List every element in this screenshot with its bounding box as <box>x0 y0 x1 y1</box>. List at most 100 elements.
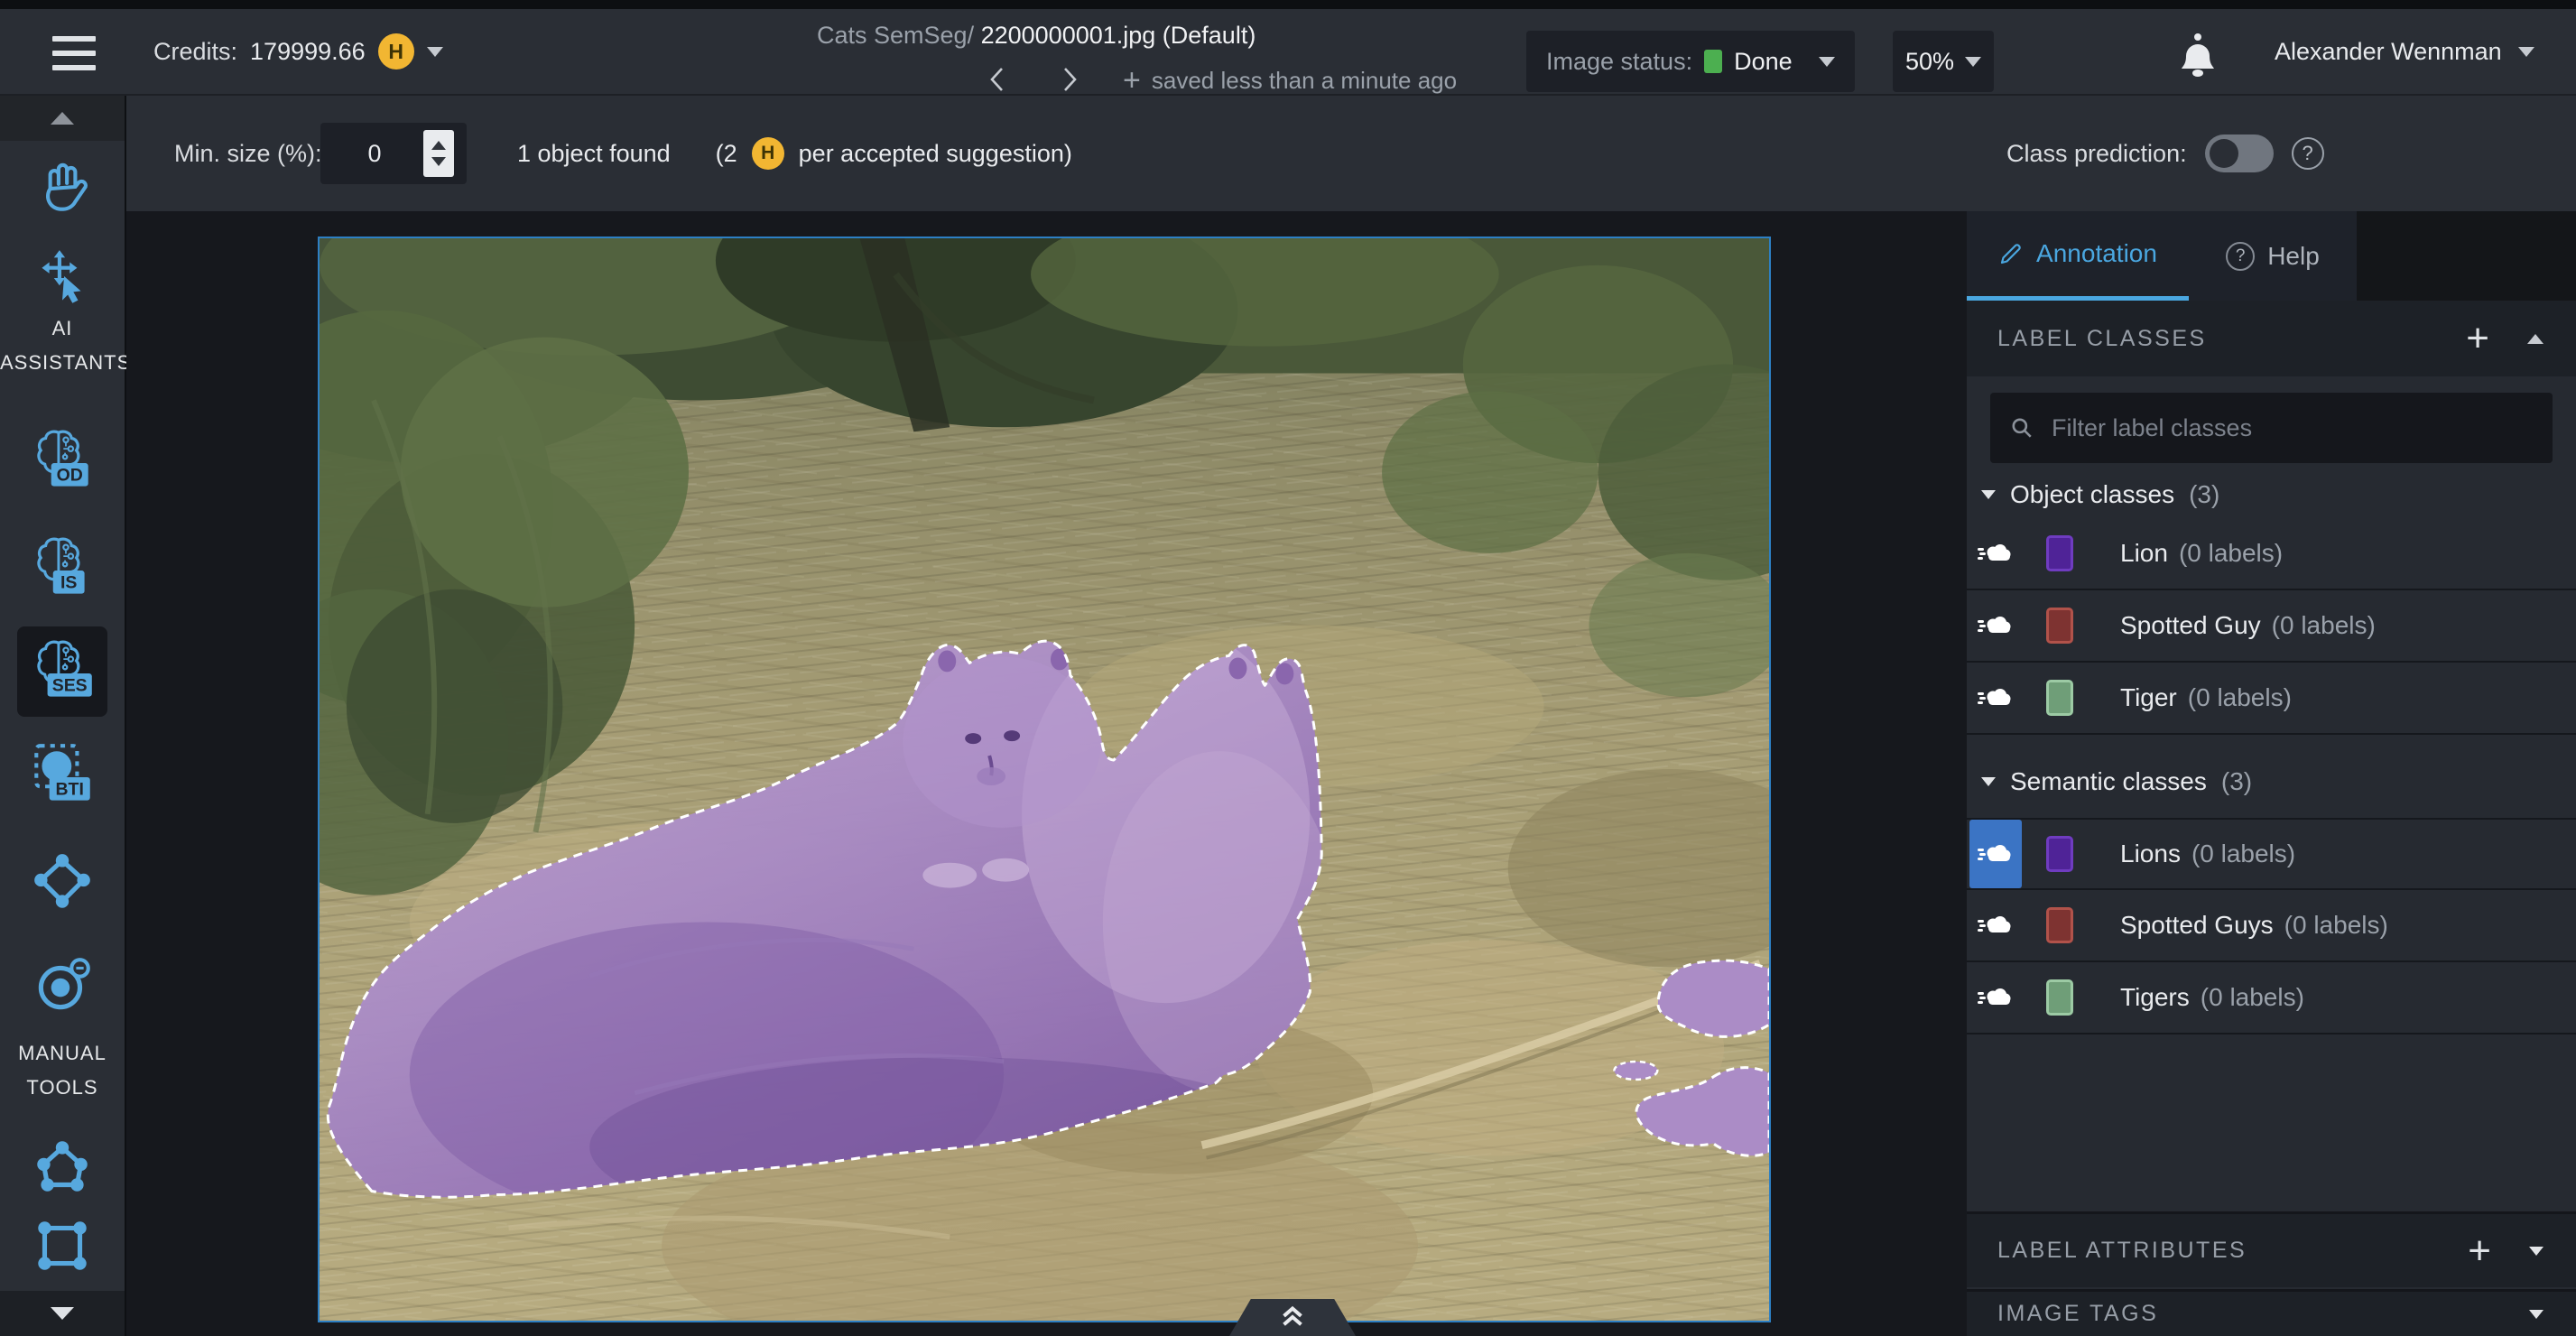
visibility-chip[interactable] <box>1969 891 2022 960</box>
object-classes-group-toggle[interactable]: Object classes (3) <box>1981 471 2219 518</box>
ses-assistant-icon: SES <box>25 635 99 709</box>
tool-instance-segmentation-assistant[interactable]: IS <box>17 524 107 614</box>
hasty-credit-icon: H <box>752 137 784 170</box>
expand-section-icon[interactable] <box>2529 1310 2544 1319</box>
objects-found-status: 1 object found (2 H per accepted suggest… <box>517 96 1072 211</box>
min-size-field <box>320 123 467 184</box>
hand-icon <box>29 153 96 220</box>
previous-image-button[interactable] <box>986 65 1009 94</box>
prediction-cloud-icon <box>1978 542 2014 565</box>
tool-object-detection-assistant[interactable]: OD <box>17 416 107 506</box>
class-row-lion[interactable]: Lion (0 labels) <box>1967 518 2576 590</box>
class-color-swatch <box>2046 907 2073 943</box>
tool-polygon[interactable] <box>17 1123 107 1213</box>
tab-help[interactable]: ? Help <box>2189 211 2357 301</box>
next-image-button[interactable] <box>1058 65 1081 94</box>
chevron-down-icon <box>2518 47 2534 57</box>
credits-label: Credits: <box>153 38 237 66</box>
class-label-count: (0 labels) <box>2284 911 2388 940</box>
class-row-lions-selected[interactable]: Lions (0 labels) <box>1967 818 2576 890</box>
tool-extreme-points[interactable] <box>17 837 107 927</box>
tab-annotation[interactable]: Annotation <box>1967 211 2189 301</box>
user-menu[interactable]: Alexander Wennman <box>2275 9 2534 94</box>
chevron-down-icon <box>427 47 443 57</box>
class-prediction-toggle[interactable] <box>2205 135 2274 172</box>
double-chevron-up-icon <box>1279 1305 1306 1329</box>
stepper-down-icon[interactable] <box>431 157 446 166</box>
class-label-count: (0 labels) <box>2272 611 2376 640</box>
tool-semantic-segmentation-assistant[interactable]: SES <box>17 626 107 717</box>
pencil-icon <box>1998 241 2024 266</box>
prediction-cloud-icon <box>1978 614 2014 637</box>
save-status: + saved less than a minute ago <box>1123 65 1457 96</box>
filter-classes-field <box>1990 393 2553 463</box>
class-name: Spotted Guy <box>2120 611 2261 640</box>
class-prediction-control: Class prediction: ? <box>2006 96 2324 211</box>
visibility-chip[interactable] <box>1969 519 2022 588</box>
class-label-count: (0 labels) <box>2179 539 2283 568</box>
is-assistant-icon: IS <box>25 532 99 606</box>
tab-help-label: Help <box>2267 242 2320 271</box>
visibility-chip[interactable] <box>1969 663 2022 732</box>
prediction-cloud-icon <box>1978 686 2014 710</box>
tool-circle-marker[interactable] <box>17 941 107 1031</box>
chevron-down-icon <box>1981 777 1996 786</box>
visibility-chip[interactable] <box>1969 591 2022 660</box>
breadcrumb-image-name: 2200000001.jpg (Default) <box>981 22 1256 49</box>
zoom-level-dropdown[interactable]: 50% <box>1893 31 1994 92</box>
add-label-class-button[interactable]: + <box>2466 320 2489 357</box>
class-label-count: (0 labels) <box>2201 983 2304 1012</box>
add-label-attribute-button[interactable]: + <box>2468 1233 2491 1269</box>
visibility-chip-selected[interactable] <box>1969 820 2022 888</box>
image-status-dropdown[interactable]: Image status: Done <box>1526 31 1855 92</box>
status-color-swatch <box>1704 50 1722 73</box>
breadcrumb-project[interactable]: Cats SemSeg/ <box>817 22 974 49</box>
save-status-text: saved less than a minute ago <box>1152 67 1457 95</box>
canvas-area <box>126 211 1967 1336</box>
class-row-tigers[interactable]: Tigers (0 labels) <box>1967 962 2576 1034</box>
class-name: Spotted Guys <box>2120 911 2274 940</box>
tools-sidebar: AI ASSISTANTS OD IS SES <box>0 96 126 1336</box>
prediction-cloud-icon <box>1978 842 2014 866</box>
sidebar-scroll-down[interactable] <box>0 1291 125 1336</box>
collapse-section-icon[interactable] <box>2527 334 2544 344</box>
tool-pan-hand[interactable] <box>17 142 107 232</box>
chevron-down-icon <box>51 1307 74 1320</box>
group-count: (3) <box>2221 767 2252 796</box>
annotation-canvas[interactable] <box>318 237 1771 1322</box>
diamond-nodes-icon <box>29 849 96 915</box>
breadcrumb: Cats SemSeg/ 2200000001.jpg (Default) <box>817 22 1256 50</box>
expand-section-icon[interactable] <box>2529 1247 2544 1256</box>
polygon-tool-icon <box>29 1135 96 1201</box>
class-color-swatch <box>2046 979 2073 1016</box>
class-row-spotted-guy[interactable]: Spotted Guy (0 labels) <box>1967 590 2576 663</box>
hamburger-menu-button[interactable] <box>52 36 96 70</box>
sidebar-section-manual-tools: MANUAL TOOLS <box>0 1036 125 1105</box>
tool-box-to-instance-assistant[interactable]: BTI <box>17 732 107 822</box>
credits-dropdown[interactable]: Credits: 179999.66 H <box>153 9 443 94</box>
bti-assistant-icon: BTI <box>25 740 99 814</box>
image-status-value: Done <box>1734 48 1793 76</box>
circle-dot-icon <box>29 952 96 1019</box>
objects-found-text: 1 object found <box>517 140 671 168</box>
right-panel: Annotation ? Help LABEL CLASSES + Object… <box>1967 211 2576 1336</box>
min-size-stepper[interactable] <box>423 130 454 177</box>
notifications-bell-icon[interactable] <box>2177 31 2219 78</box>
class-row-spotted-guys[interactable]: Spotted Guys (0 labels) <box>1967 890 2576 962</box>
label-attributes-header[interactable]: LABEL ATTRIBUTES + <box>1967 1211 2576 1287</box>
chevron-down-icon <box>1981 490 1996 499</box>
panel-tabs: Annotation ? Help <box>1967 211 2576 301</box>
image-tags-header[interactable]: IMAGE TAGS <box>1967 1289 2576 1336</box>
sidebar-scroll-up[interactable] <box>0 96 125 141</box>
tool-move-select[interactable] <box>17 233 107 323</box>
semantic-classes-group-toggle[interactable]: Semantic classes (3) <box>1981 758 2252 805</box>
min-size-input[interactable] <box>329 123 420 184</box>
help-question-icon[interactable]: ? <box>2292 137 2324 170</box>
filter-classes-input[interactable] <box>2052 414 2533 442</box>
visibility-chip[interactable] <box>1969 963 2022 1032</box>
stepper-up-icon[interactable] <box>431 141 446 150</box>
bottom-drawer-handle[interactable] <box>1229 1299 1356 1336</box>
class-row-tiger[interactable]: Tiger (0 labels) <box>1967 663 2576 735</box>
tool-bounding-box[interactable] <box>17 1201 107 1291</box>
group-count: (3) <box>2189 480 2219 509</box>
